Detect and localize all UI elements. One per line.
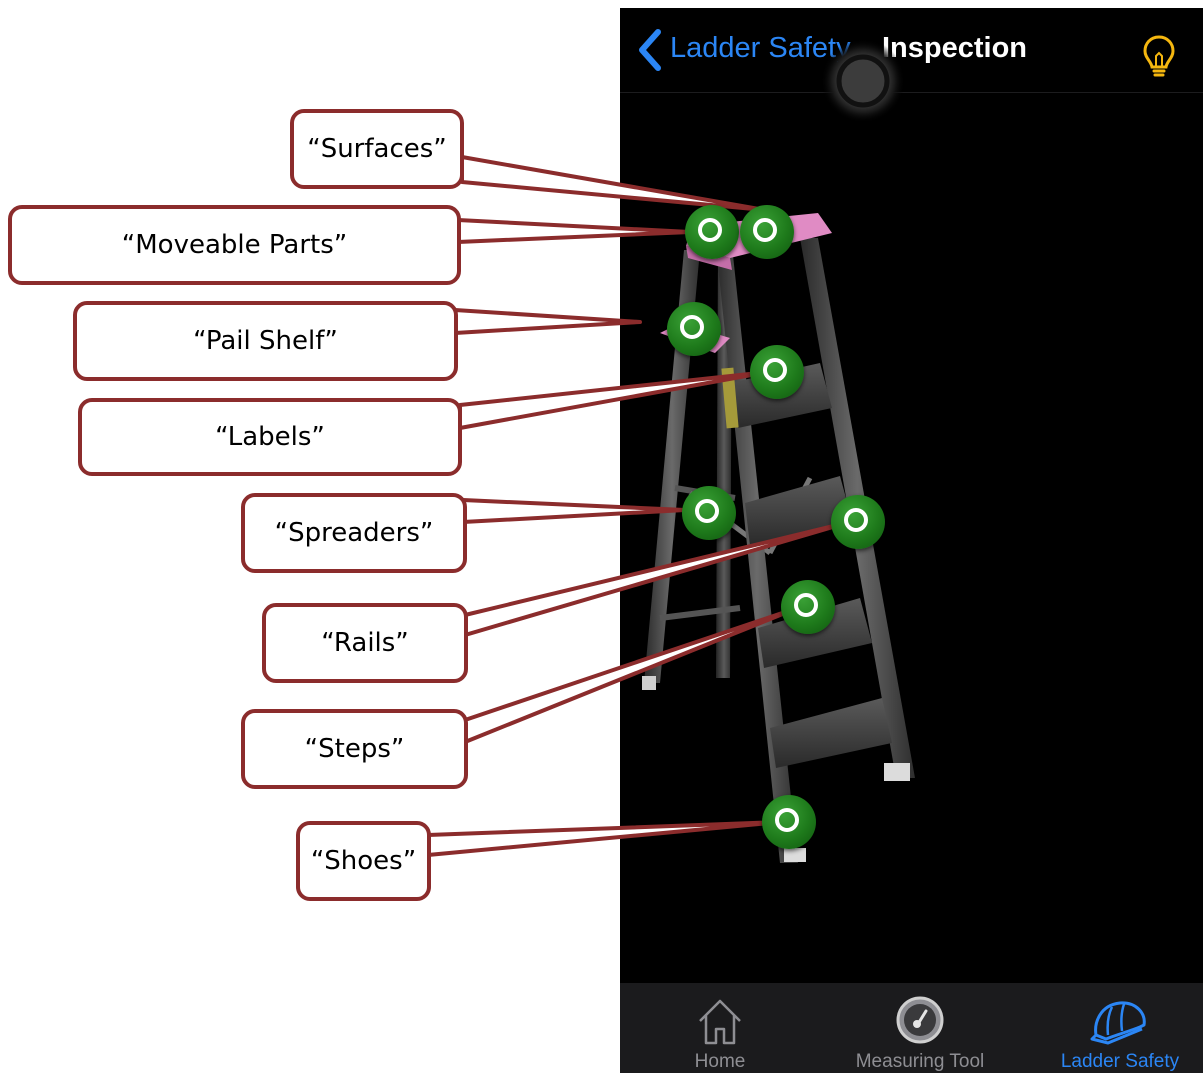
hard-hat-icon [1090,1001,1146,1045]
annotated-screenshot: Ladder Safety Inspection Home Measuring … [0,0,1203,1073]
callout-labels: “Labels” [78,398,462,476]
tab-ladder-safety[interactable]: Ladder Safety [1040,983,1200,1073]
callout-rails: “Rails” [262,603,468,683]
hotspot-rails[interactable] [831,495,885,549]
hotspot-moveable-parts[interactable] [685,205,739,259]
gauge-icon [896,996,944,1044]
tab-measuring-tool[interactable]: Measuring Tool [820,983,1020,1073]
leader-pail-shelf [453,308,642,335]
home-icon [699,999,741,1045]
hotspot-surfaces[interactable] [740,205,794,259]
callout-spreaders: “Spreaders” [241,493,467,573]
tab-home[interactable]: Home [670,983,770,1073]
tab-home-label: Home [694,1051,746,1072]
tab-bar: Home Measuring Tool Ladder Safety [620,983,1203,1073]
hotspot-shoes[interactable] [762,795,816,849]
hotspot-labels[interactable] [750,345,804,399]
callout-moveable-parts: “Moveable Parts” [8,205,461,285]
callout-pail-shelf: “Pail Shelf” [73,301,458,381]
tab-measuring-tool-label: Measuring Tool [855,1051,985,1072]
phone-screen: Ladder Safety Inspection Home Measuring … [620,8,1203,1073]
callout-shoes: “Shoes” [296,821,431,901]
hotspot-steps[interactable] [781,580,835,634]
hotspot-pail-shelf[interactable] [667,302,721,356]
callout-steps: “Steps” [241,709,468,789]
callout-surfaces: “Surfaces” [290,109,464,189]
hotspot-spreaders[interactable] [682,486,736,540]
tab-ladder-safety-label: Ladder Safety [1060,1051,1180,1072]
